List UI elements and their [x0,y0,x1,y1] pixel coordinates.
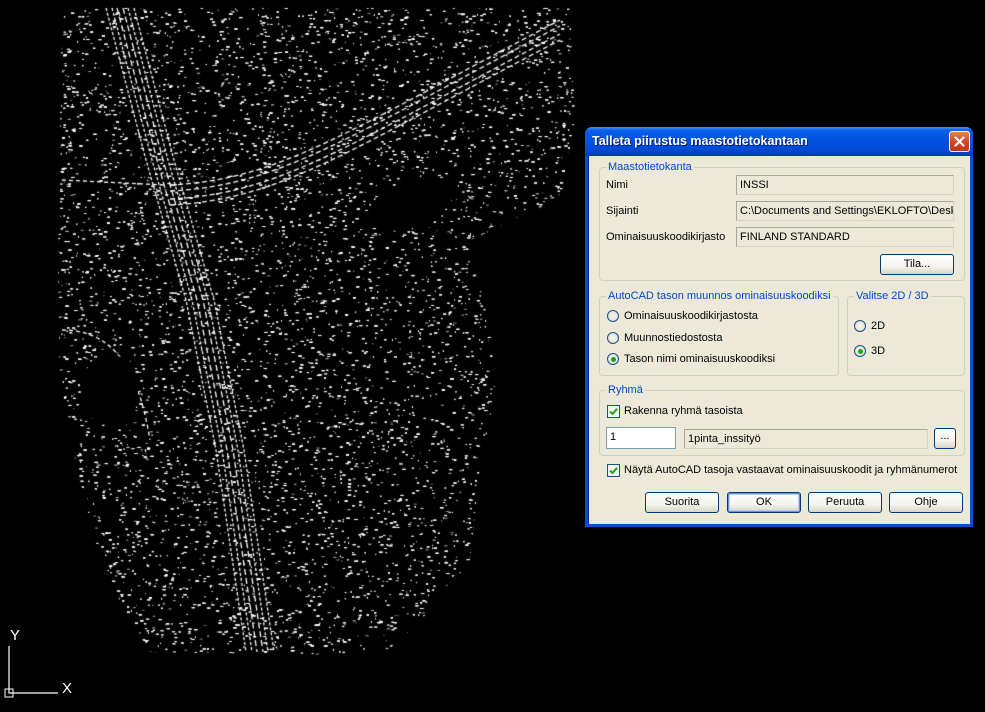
dimension-legend: Valitse 2D / 3D [854,290,931,302]
radio-muunnostiedostosta[interactable] [607,332,619,344]
sijainti-field[interactable]: C:\Documents and Settings\EKLOFTO\Desk [736,201,954,221]
ominaisuuskoodikirjasto-field[interactable]: FINLAND STANDARD [736,227,954,247]
radio-2d-label[interactable]: 2D [871,320,885,332]
ucs-x-label: X [62,680,72,697]
sijainti-label: Sijainti [606,205,639,217]
browse-button[interactable]: ... [934,428,956,449]
peruuta-button[interactable]: Peruuta [808,492,882,513]
dimension-group: Valitse 2D / 3D [847,290,965,376]
ucs-axis-icon: Y X [4,627,72,698]
layer-conversion-legend: AutoCAD tason muunnos ominaisuuskoodiksi [606,290,833,302]
group-number-input[interactable]: 1 [606,427,676,449]
nimi-label: Nimi [606,179,628,191]
ryhma-legend: Ryhmä [606,384,645,396]
group-name-field[interactable]: 1pinta_inssityö [684,429,928,449]
dialog-title: Talleta piirustus maastotietokantaan [592,134,808,148]
dialog-titlebar[interactable]: Talleta piirustus maastotietokantaan [585,127,973,156]
radio-ominaisuuskoodikirjastosta[interactable] [607,310,619,322]
maastotietokanta-legend: Maastotietokanta [606,161,694,173]
close-button[interactable] [949,131,970,152]
show-codes-label[interactable]: Näytä AutoCAD tasoja vastaavat ominaisuu… [624,464,957,476]
radio-3d-label[interactable]: 3D [871,345,885,357]
close-icon [954,136,965,147]
ominaisuuskoodikirjasto-label: Ominaisuuskoodikirjasto [606,231,726,243]
save-drawing-dialog: Talleta piirustus maastotietokantaan Maa… [585,127,973,527]
nimi-field[interactable]: INSSI [736,175,954,195]
ucs-y-label: Y [10,627,20,644]
build-group-checkbox[interactable] [607,405,620,418]
checkmark-icon [609,408,618,416]
radio-ominaisuuskoodikirjastosta-label[interactable]: Ominaisuuskoodikirjastosta [624,310,758,322]
radio-2d[interactable] [854,320,866,332]
ohje-button[interactable]: Ohje [889,492,963,513]
suorita-button[interactable]: Suorita [645,492,719,513]
checkmark-icon [609,467,618,475]
radio-tason-nimi[interactable] [607,353,619,365]
ok-button[interactable]: OK [727,492,801,513]
radio-tason-nimi-label[interactable]: Tason nimi ominaisuuskoodiksi [624,353,775,365]
radio-3d[interactable] [854,345,866,357]
show-codes-checkbox[interactable] [607,464,620,477]
tila-button[interactable]: Tila... [880,254,954,275]
build-group-label[interactable]: Rakenna ryhmä tasoista [624,405,743,417]
radio-muunnostiedostosta-label[interactable]: Muunnostiedostosta [624,332,722,344]
